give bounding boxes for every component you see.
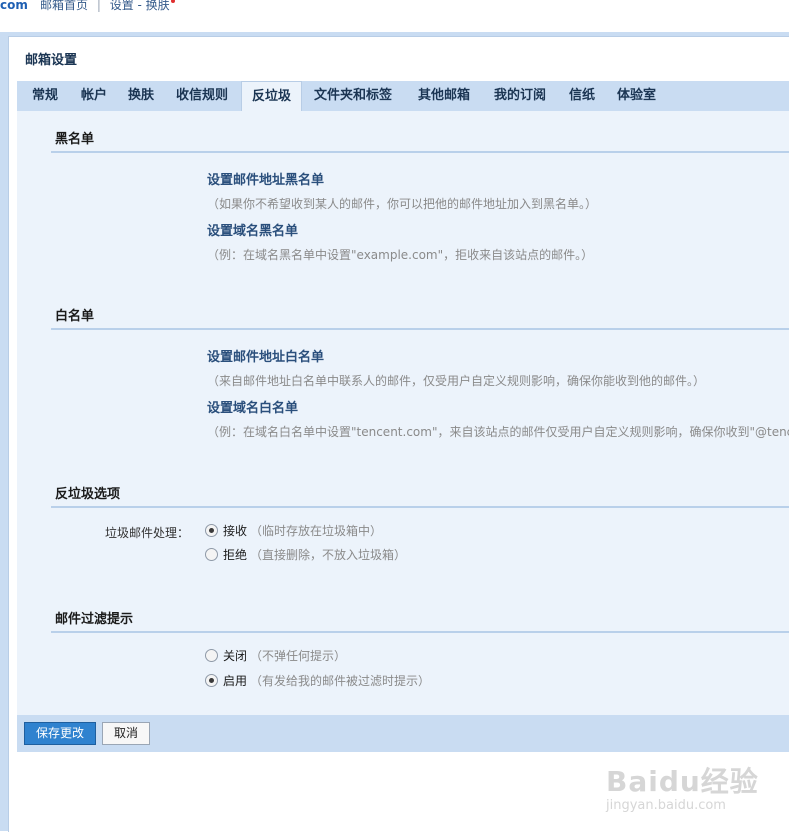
filter-tip-off-radio[interactable]: [205, 649, 218, 662]
antispam-options-title: 反垃圾选项: [55, 487, 121, 502]
antispam-content: 黑名单 设置邮件地址黑名单 （如果你不希望收到某人的邮件，你可以把他的邮件地址加…: [17, 111, 789, 715]
blacklist-domain-hint: （例：在域名黑名单中设置"example.com"，拒收来自该站点的邮件。）: [207, 248, 594, 262]
filter-tip-on-label: 启用: [223, 674, 248, 688]
spam-reject-label: 拒绝: [223, 548, 248, 562]
settings-panel: 邮箱设置 常规 帐户 换肤 收信规则 反垃圾 文件夹和标签 其他邮箱 我的订阅 …: [8, 36, 789, 832]
filter-tip-off-label: 关闭: [223, 649, 248, 663]
button-bar: 保存更改 取消: [17, 715, 789, 752]
whitelist-address-link[interactable]: 设置邮件地址白名单: [207, 346, 324, 365]
tab-my-subscriptions[interactable]: 我的订阅: [494, 81, 546, 111]
whitelist-domain-link[interactable]: 设置域名白名单: [207, 397, 298, 416]
whitelist-title: 白名单: [55, 309, 95, 324]
new-dot-icon: [170, 0, 175, 3]
tab-general[interactable]: 常规: [32, 81, 58, 111]
cancel-button[interactable]: 取消: [102, 722, 150, 745]
whitelist-domain-hint: （例：在域名白名单中设置"tencent.com"，来自该站点的邮件仅受用户自定…: [207, 425, 789, 439]
spam-reject-radio[interactable]: [205, 548, 218, 561]
blacklist-domain-link[interactable]: 设置域名黑名单: [207, 220, 298, 239]
tab-account[interactable]: 帐户: [81, 81, 107, 111]
tab-other-mailboxes[interactable]: 其他邮箱: [418, 81, 470, 111]
baidu-watermark: Baidu经验 jingyan.baidu.com: [606, 760, 759, 813]
section-divider: [51, 151, 789, 153]
spam-accept-label: 接收: [223, 524, 248, 538]
blacklist-address-hint: （如果你不希望收到某人的邮件，你可以把他的邮件地址加入到黑名单。）: [207, 197, 598, 211]
tab-antispam[interactable]: 反垃圾: [241, 81, 303, 113]
spam-accept-note: （临时存放在垃圾箱中）: [250, 524, 383, 538]
filter-tip-on-radio[interactable]: [205, 674, 218, 687]
page-title: 邮箱设置: [25, 53, 78, 68]
filter-tip-title: 邮件过滤提示: [55, 612, 134, 627]
watermark-sub: jingyan.baidu.com: [606, 798, 726, 813]
tab-folders-labels[interactable]: 文件夹和标签: [314, 81, 392, 111]
save-button[interactable]: 保存更改: [24, 722, 96, 745]
whitelist-address-hint: （来自邮件地址白名单中联系人的邮件，仅受用户自定义规则影响，确保你能收到他的邮件…: [207, 374, 706, 388]
section-divider: [51, 506, 789, 508]
tab-stationery[interactable]: 信纸: [569, 81, 595, 111]
watermark-main: Baidu经验: [606, 765, 759, 798]
spam-accept-radio[interactable]: [205, 524, 218, 537]
filter-tip-on-note: （有发给我的邮件被过滤时提示）: [250, 674, 431, 688]
spam-reject-option[interactable]: 拒绝 （直接删除，不放入垃圾箱）: [205, 546, 406, 564]
spam-accept-option[interactable]: 接收 （临时存放在垃圾箱中）: [205, 522, 382, 540]
tab-skin[interactable]: 换肤: [128, 81, 154, 111]
filter-tip-on-option[interactable]: 启用 （有发给我的邮件被过滤时提示）: [205, 672, 430, 690]
top-bar: com 邮箱首页 | 设置 - 换肤: [0, 0, 789, 32]
tab-inbox-rules[interactable]: 收信规则: [176, 81, 228, 111]
spam-reject-note: （直接删除，不放入垃圾箱）: [250, 548, 407, 562]
tab-bar: 常规 帐户 换肤 收信规则 反垃圾 文件夹和标签 其他邮箱 我的订阅 信纸 体验…: [17, 81, 789, 113]
breadcrumb-separator: |: [96, 0, 101, 12]
tab-lab[interactable]: 体验室: [617, 81, 656, 111]
breadcrumb: 邮箱首页 | 设置 - 换肤: [40, 0, 175, 13]
filter-tip-off-note: （不弹任何提示）: [250, 649, 347, 663]
section-divider: [51, 328, 789, 330]
settings-skin-link[interactable]: 设置 - 换肤: [110, 0, 170, 13]
section-divider: [51, 631, 789, 633]
blacklist-address-link[interactable]: 设置邮件地址黑名单: [207, 169, 324, 188]
logo-text: com: [0, 0, 28, 12]
spam-handling-label: 垃圾邮件处理：: [104, 526, 189, 540]
blacklist-title: 黑名单: [55, 132, 95, 147]
filter-tip-off-option[interactable]: 关闭 （不弹任何提示）: [205, 647, 346, 665]
mailbox-home-link[interactable]: 邮箱首页: [40, 0, 88, 13]
